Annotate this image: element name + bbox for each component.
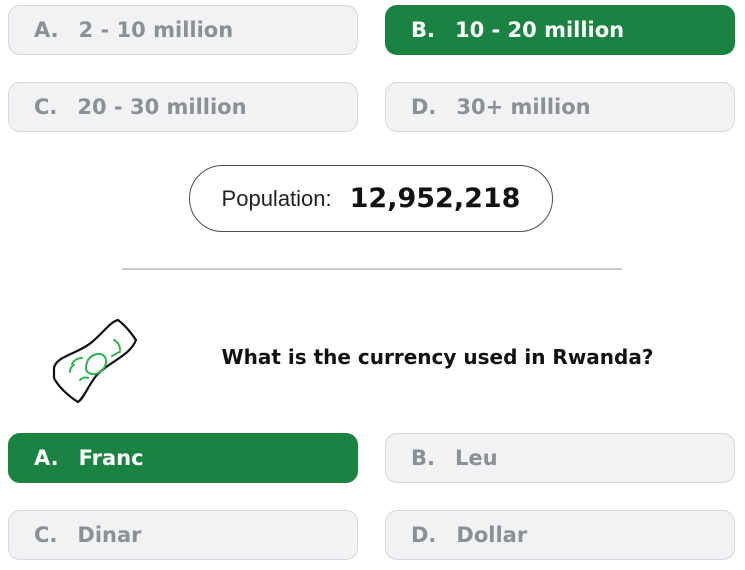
option-label: 10 - 20 million <box>454 18 625 42</box>
population-value: 12,952,218 <box>349 183 521 214</box>
money-bill-icon <box>52 318 138 404</box>
quiz-page: A. 2 - 10 million B. 10 - 20 million C. … <box>0 0 745 570</box>
population-option-d[interactable]: D. 30+ million <box>385 82 735 132</box>
currency-option-a[interactable]: A. Franc <box>8 433 358 483</box>
option-label: 30+ million <box>456 95 591 119</box>
option-label: Franc <box>78 446 144 470</box>
currency-option-d[interactable]: D. Dollar <box>385 510 735 560</box>
option-label: Leu <box>454 446 498 470</box>
option-label: Dinar <box>77 523 142 547</box>
population-option-a[interactable]: A. 2 - 10 million <box>8 5 358 55</box>
option-label: 2 - 10 million <box>78 18 234 42</box>
population-label: Population: <box>221 185 332 211</box>
population-option-c[interactable]: C. 20 - 30 million <box>8 82 358 132</box>
option-letter: A. <box>34 446 59 470</box>
population-option-b[interactable]: B. 10 - 20 million <box>385 5 735 55</box>
option-letter: B. <box>411 446 435 470</box>
option-letter: C. <box>34 95 58 119</box>
currency-option-b[interactable]: B. Leu <box>385 433 735 483</box>
option-letter: B. <box>411 18 435 42</box>
currency-question-text: What is the currency used in Rwanda? <box>221 345 654 369</box>
currency-option-c[interactable]: C. Dinar <box>8 510 358 560</box>
population-result-pill: Population: 12,952,218 <box>189 165 553 232</box>
option-letter: D. <box>411 523 437 547</box>
section-divider <box>122 268 622 270</box>
option-letter: A. <box>34 18 59 42</box>
option-letter: C. <box>34 523 58 547</box>
option-label: 20 - 30 million <box>77 95 247 119</box>
option-letter: D. <box>411 95 437 119</box>
option-label: Dollar <box>456 523 528 547</box>
